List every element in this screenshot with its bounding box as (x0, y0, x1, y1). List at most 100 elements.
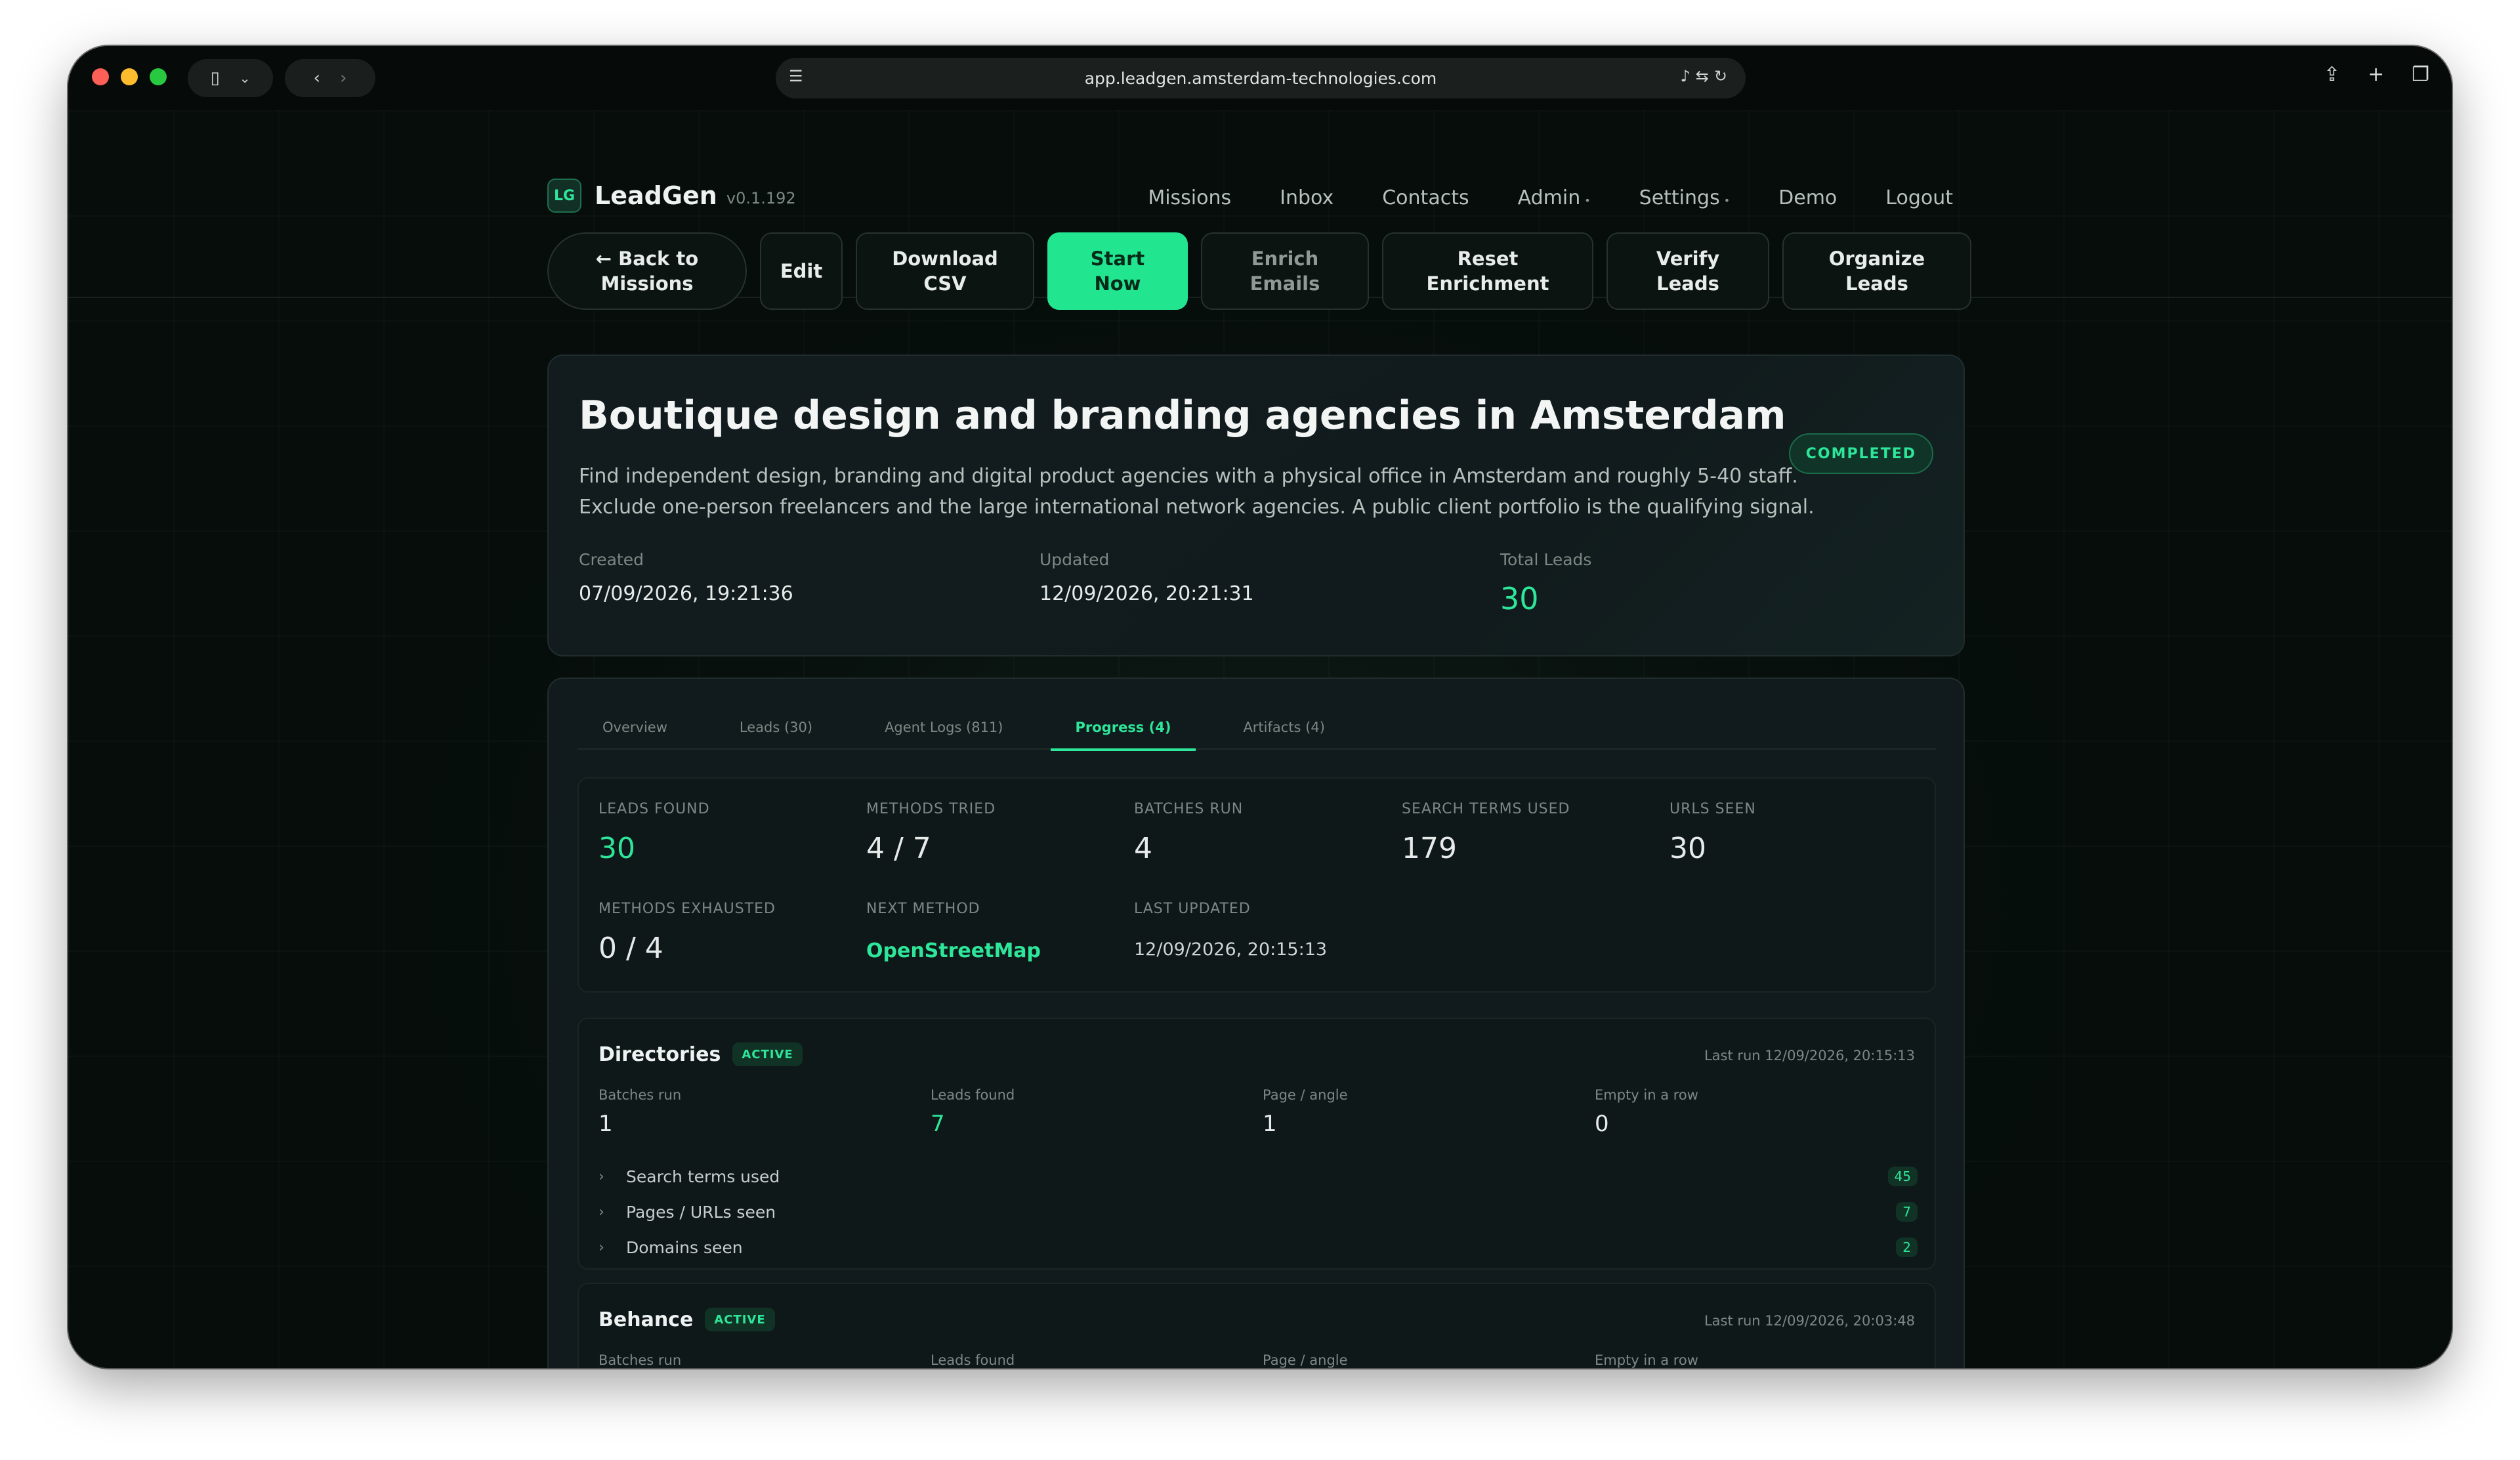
reload-icon[interactable]: ↻ (1714, 67, 1732, 85)
method-stat-label: Empty in a row (1595, 1352, 1698, 1368)
nav-demo[interactable]: Demo (1778, 186, 1837, 209)
speaker-icon[interactable]: ♪ (1680, 67, 1695, 85)
method-stat-label: Page / angle (1263, 1352, 1348, 1368)
nav-label: Logout (1885, 186, 1953, 209)
list-item[interactable]: › Pages / URLs seen 7 (598, 1199, 1918, 1225)
page-settings-icon[interactable]: ☰ (789, 67, 803, 85)
count-badge: 7 (1896, 1202, 1918, 1222)
stat-methods-tried: METHODS TRIED 4 / 7 (866, 801, 996, 865)
sidebar-toggle-button[interactable]: ▯ ⌄ (188, 59, 273, 97)
tab-leads[interactable]: Leads (30) (715, 719, 837, 750)
stat-batches-run: BATCHES RUN 4 (1134, 801, 1243, 865)
tab-overview[interactable]: Overview (578, 719, 692, 750)
stat-value: 30 (1670, 832, 1706, 865)
browser-window: ▯ ⌄ ‹ › ☰ app.leadgen.amsterdam-technolo… (68, 46, 2452, 1368)
count-badge: 2 (1896, 1237, 1918, 1257)
app-version: v0.1.192 (726, 189, 796, 207)
mission-action-bar: ← Back to Missions Edit Download CSV Sta… (547, 232, 1971, 310)
reset-enrichment-button[interactable]: Reset Enrichment (1382, 232, 1593, 310)
nav-logout[interactable]: Logout (1885, 186, 1953, 209)
minimize-window-button[interactable] (121, 68, 138, 85)
stat-value: 179 (1402, 832, 1457, 865)
zoom-window-button[interactable] (150, 68, 167, 85)
method-leads: Leads found 7 (931, 1087, 1015, 1137)
method-stat-value: 1 (1263, 1111, 1277, 1137)
method-batches: Batches run 1 (598, 1087, 681, 1137)
progress-stats: LEADS FOUND 30 METHODS TRIED 4 / 7 BATCH… (578, 777, 1936, 993)
method-stat-label: Batches run (598, 1087, 682, 1103)
app-name: LeadGen (595, 181, 717, 210)
nav-contacts[interactable]: Contacts (1382, 186, 1469, 209)
expand-bullet-icon: › (598, 1239, 604, 1256)
method-batches: Batches run (598, 1352, 681, 1368)
stat-value: 12/09/2026, 20:15:13 (1134, 939, 1328, 960)
history-nav: ‹ › (285, 59, 375, 97)
edit-button[interactable]: Edit (760, 232, 843, 310)
mission-detail-panel: Overview Leads (30) Agent Logs (811) Pro… (547, 677, 1965, 1368)
tab-agent-logs[interactable]: Agent Logs (811) (860, 719, 1028, 750)
method-page: Page / angle (1263, 1352, 1348, 1368)
stat-urls-seen: URLS SEEN 30 (1670, 801, 1756, 865)
nav-label: Admin (1517, 186, 1581, 209)
stat-value: 4 (1134, 832, 1152, 865)
back-to-missions-button[interactable]: ← Back to Missions (547, 232, 747, 310)
new-tab-icon[interactable]: + (2368, 63, 2384, 86)
back-arrow-icon[interactable]: ‹ (314, 68, 320, 88)
tab-bar: Overview Leads (30) Agent Logs (811) Pro… (578, 719, 1936, 751)
created-value: 07/09/2026, 19:21:36 (579, 582, 793, 605)
stat-label: LAST UPDATED (1134, 901, 1251, 917)
dropdown-dot-icon: • (1723, 194, 1731, 207)
stat-value: 0 / 4 (598, 932, 663, 965)
nav-settings[interactable]: Settings • (1639, 186, 1730, 209)
total-leads-value: 30 (1500, 581, 1539, 616)
stat-label: METHODS EXHAUSTED (598, 901, 776, 917)
tab-overview-icon[interactable]: ❐ (2412, 63, 2429, 86)
stat-last-updated: LAST UPDATED 12/09/2026, 20:15:13 (1134, 901, 1327, 960)
app-logo[interactable]: LG LeadGen v0.1.192 (547, 179, 796, 213)
next-method-link[interactable]: OpenStreetMap (866, 939, 1041, 962)
verify-leads-button[interactable]: Verify Leads (1606, 232, 1769, 310)
close-window-button[interactable] (92, 68, 109, 85)
method-stat-label: Leads found (931, 1352, 1015, 1368)
url-text: app.leadgen.amsterdam-technologies.com (1084, 68, 1437, 88)
stat-methods-exhausted: METHODS EXHAUSTED 0 / 4 (598, 901, 776, 965)
nav-inbox[interactable]: Inbox (1280, 186, 1334, 209)
nav-missions[interactable]: Missions (1148, 186, 1231, 209)
method-leads: Leads found (931, 1352, 1015, 1368)
nav-label: Contacts (1382, 186, 1469, 209)
start-now-button[interactable]: Start Now (1047, 232, 1188, 310)
stat-label: BATCHES RUN (1134, 801, 1244, 817)
main-menu: Missions Inbox Contacts Admin • Settings •… (1148, 186, 1953, 209)
address-bar[interactable]: ☰ app.leadgen.amsterdam-technologies.com… (776, 58, 1746, 98)
browser-right-buttons: ⇪ + ❐ (2324, 63, 2429, 86)
method-name: Directories (598, 1042, 721, 1066)
share-icon[interactable]: ⇪ (2324, 63, 2340, 86)
translate-icon[interactable]: ⇆ (1696, 67, 1714, 85)
tab-artifacts[interactable]: Artifacts (4) (1218, 719, 1349, 750)
method-status-badge: ACTIVE (732, 1042, 803, 1066)
nav-label: Inbox (1280, 186, 1334, 209)
nav-label: Settings (1639, 186, 1720, 209)
tab-progress[interactable]: Progress (4) (1050, 719, 1196, 751)
download-csv-button[interactable]: Download CSV (856, 232, 1034, 310)
total-leads-meta: Total Leads 30 (1500, 550, 1591, 616)
list-item-label: Pages / URLs seen (626, 1202, 776, 1222)
method-stat-label: Leads found (931, 1087, 1015, 1103)
enrich-emails-button[interactable]: Enrich Emails (1201, 232, 1369, 310)
stat-label: NEXT METHOD (866, 901, 980, 917)
list-item[interactable]: › Domains seen 2 (598, 1234, 1918, 1260)
list-item-label: Search terms used (626, 1167, 780, 1186)
nav-label: Demo (1778, 186, 1838, 209)
method-empty: Empty in a row 0 (1595, 1087, 1698, 1137)
organize-leads-button[interactable]: Organize Leads (1782, 232, 1971, 310)
method-last-run: Last run 12/09/2026, 20:15:13 (1704, 1048, 1915, 1063)
stat-next-method: NEXT METHOD OpenStreetMap (866, 901, 1041, 962)
logo-badge: LG (547, 179, 581, 213)
nav-admin[interactable]: Admin • (1518, 186, 1591, 209)
updated-meta: Updated 12/09/2026, 20:21:31 (1040, 550, 1254, 605)
updated-label: Updated (1040, 550, 1110, 569)
stat-value: 30 (598, 832, 635, 865)
sidebar-icon: ▯ (210, 68, 220, 88)
forward-arrow-icon[interactable]: › (340, 68, 346, 88)
list-item[interactable]: › Search terms used 45 (598, 1163, 1918, 1190)
